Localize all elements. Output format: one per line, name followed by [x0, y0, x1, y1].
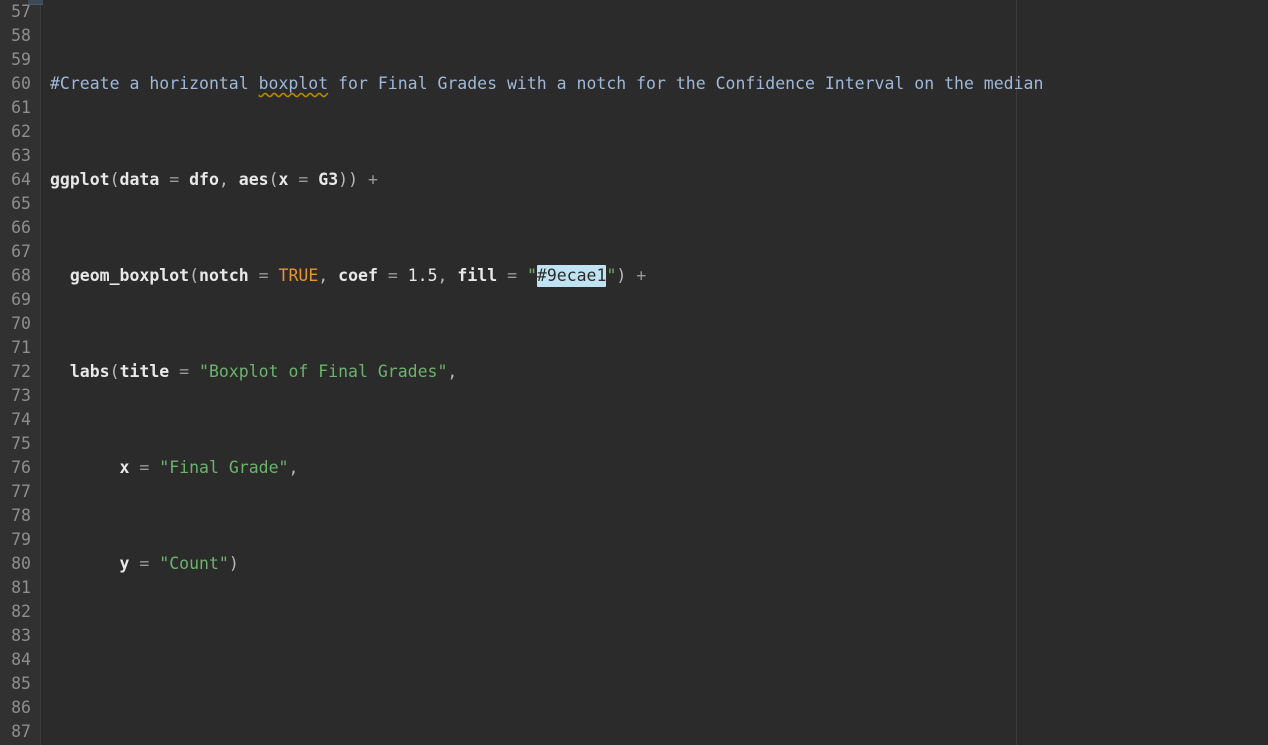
line-number: 67 — [11, 242, 31, 261]
line-number: 61 — [11, 98, 31, 117]
line-number: 58 — [11, 26, 31, 45]
line-number: 84 — [11, 650, 31, 669]
line-number: 74 — [11, 410, 31, 429]
inline-color-preview[interactable]: #9ecae1 — [536, 265, 607, 287]
code-line-61[interactable]: x = "Final Grade", — [50, 456, 1043, 480]
line-number: 85 — [11, 674, 31, 693]
line-number: 76 — [11, 458, 31, 477]
line-number: 66 — [11, 218, 31, 237]
line-number: 69 — [11, 290, 31, 309]
line-number: 63 — [11, 146, 31, 165]
code-line-63[interactable] — [50, 648, 1043, 672]
line-number: 59 — [11, 50, 31, 69]
line-number: 78 — [11, 506, 31, 525]
cut-off-toolbar-sliver — [28, 0, 43, 5]
line-number: 75 — [11, 434, 31, 453]
code-editor[interactable]: 57 58 59 60 61 62 63 64 65 66 67 68 69 7… — [0, 0, 1268, 745]
line-number: 81 — [11, 578, 31, 597]
line-number: 80 — [11, 554, 31, 573]
line-numbers: 57 58 59 60 61 62 63 64 65 66 67 68 69 7… — [0, 0, 34, 744]
line-number: 72 — [11, 362, 31, 381]
line-number: 79 — [11, 530, 31, 549]
line-number: 65 — [11, 194, 31, 213]
line-number: 68 — [11, 266, 31, 285]
line-number: 70 — [11, 314, 31, 333]
code-line-57[interactable]: #Create a horizontal boxplot for Final G… — [50, 72, 1043, 96]
line-number: 73 — [11, 386, 31, 405]
code-line-60[interactable]: labs(title = "Boxplot of Final Grades", — [50, 360, 1043, 384]
code-line-59[interactable]: geom_boxplot(notch = TRUE, coef = 1.5, f… — [50, 264, 1043, 288]
line-number: 82 — [11, 602, 31, 621]
line-number: 62 — [11, 122, 31, 141]
code-content[interactable]: #Create a horizontal boxplot for Final G… — [50, 0, 1043, 745]
line-number: 87 — [11, 722, 31, 741]
gutter-separator — [40, 0, 41, 745]
code-line-62[interactable]: y = "Count") — [50, 552, 1043, 576]
code-line-58[interactable]: ggplot(data = dfo, aes(x = G3)) + — [50, 168, 1043, 192]
line-number: 86 — [11, 698, 31, 717]
line-number: 77 — [11, 482, 31, 501]
line-number: 60 — [11, 74, 31, 93]
line-number: 83 — [11, 626, 31, 645]
line-number: 71 — [11, 338, 31, 357]
line-number: 64 — [11, 170, 31, 189]
